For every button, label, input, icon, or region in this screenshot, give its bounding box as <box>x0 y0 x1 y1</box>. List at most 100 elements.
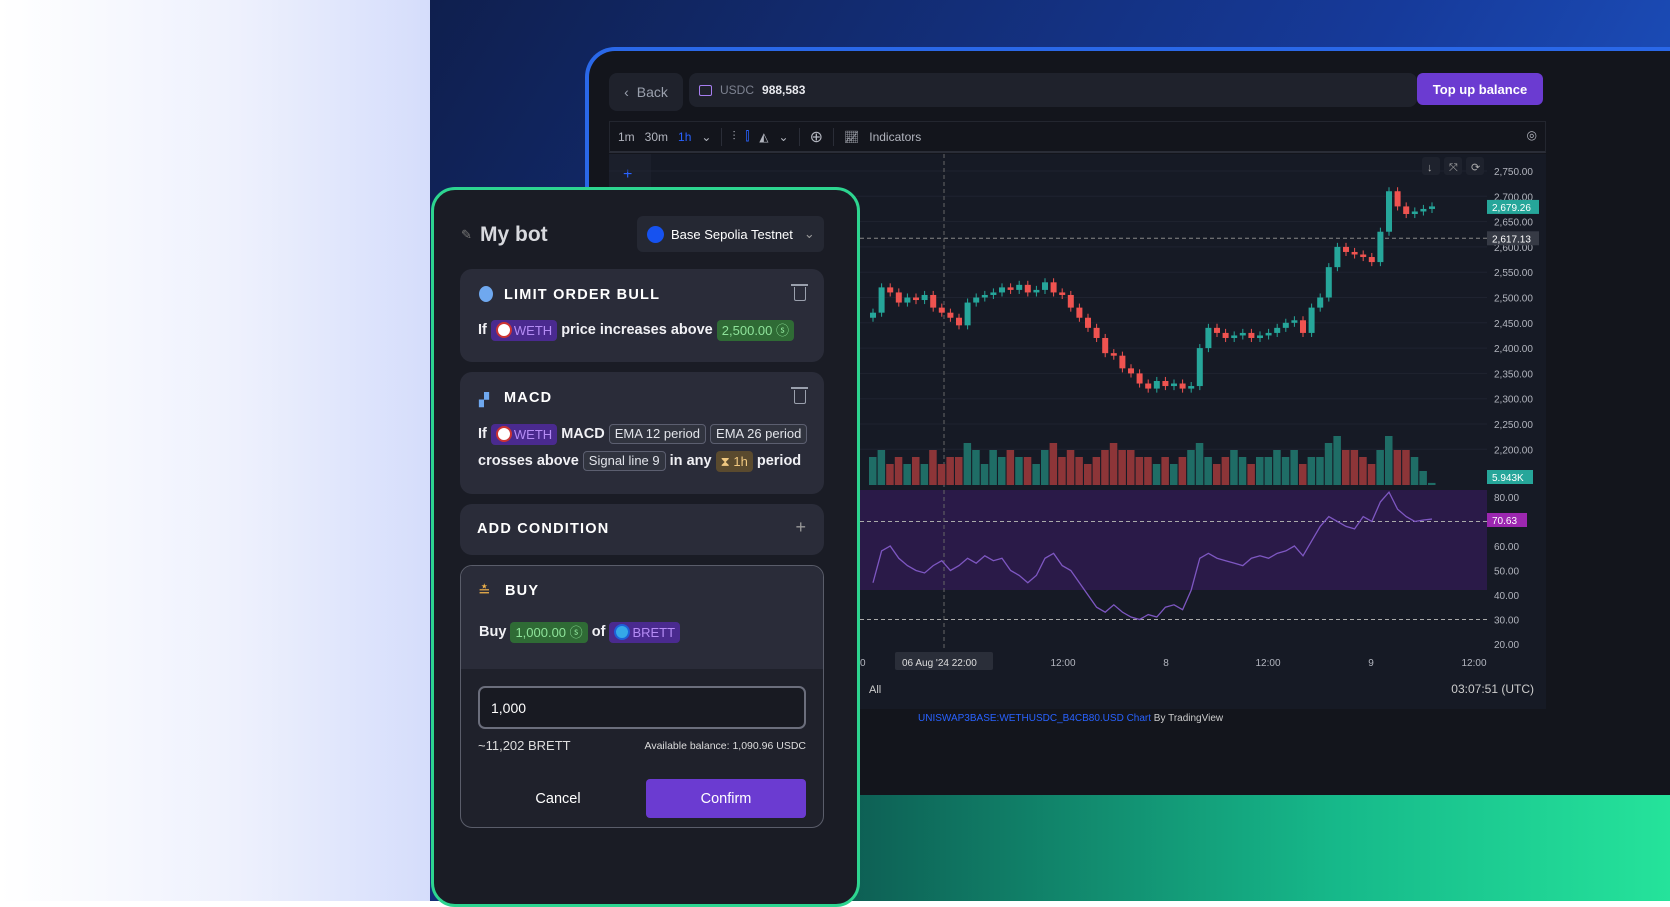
attribution: UNISWAP3BASE:WETHUSDC_B4CB80.USD Chart B… <box>918 713 1224 724</box>
candle <box>990 292 997 295</box>
candle <box>1093 327 1100 338</box>
volume-bar <box>1135 457 1144 485</box>
volume-bar <box>1049 443 1058 485</box>
confirm-button[interactable]: Confirm <box>646 779 806 818</box>
condition-text: If WETH price increases above 2,500.00 ⓢ <box>478 317 795 344</box>
candle <box>1016 284 1023 290</box>
indicators-icon[interactable]: 📈︎ <box>844 130 859 144</box>
pencil-icon[interactable]: ✎ <box>461 227 472 243</box>
left-background <box>0 0 430 901</box>
signal-line-chip[interactable]: Signal line 9 <box>582 451 666 472</box>
condition-macd: ▞ MACD If WETH MACD EMA 12 period EMA 26… <box>460 372 824 494</box>
price-tick: 2,750.00 <box>1494 167 1533 178</box>
interval-1m[interactable]: 1m <box>618 130 635 144</box>
area-chart-type-icon[interactable]: ◭ <box>759 130 768 144</box>
attribution-suffix: By TradingView <box>1151 713 1224 724</box>
volume-bar <box>955 457 963 485</box>
ema12-chip[interactable]: EMA 12 period <box>608 424 707 445</box>
crosshair-price-label: 2,617.13 <box>1492 234 1531 245</box>
chevron-down-icon[interactable]: ⌄ <box>701 130 711 144</box>
volume-bar <box>1032 464 1040 485</box>
volume-bar <box>1092 457 1101 485</box>
candle <box>1420 208 1427 212</box>
candle <box>999 287 1005 293</box>
volume-bar <box>1075 457 1083 485</box>
add-condition-button[interactable]: ADD CONDITION + <box>460 504 824 555</box>
interval-1h[interactable]: 1h <box>678 130 691 144</box>
buy-title: BUY <box>505 583 540 599</box>
candle <box>1128 368 1134 374</box>
token-chip-weth[interactable]: WETH <box>490 423 558 445</box>
volume-bar <box>1144 457 1152 485</box>
rsi-tick: 40.00 <box>1494 591 1519 602</box>
top-up-balance-button[interactable]: Top up balance <box>1417 73 1543 105</box>
trash-icon[interactable] <box>791 387 808 404</box>
candle <box>1317 297 1324 308</box>
back-button[interactable]: ‹ Back <box>609 73 683 111</box>
amount-input[interactable]: 1,000 <box>478 686 806 729</box>
token-chip-brett[interactable]: BRETT <box>609 621 681 643</box>
candle <box>1411 211 1418 215</box>
volume-bar <box>1281 457 1290 485</box>
volume-bar <box>1247 464 1255 485</box>
candles-chart-type-icon[interactable]: ⫿ <box>745 129 749 144</box>
attribution-link[interactable]: UNISWAP3BASE:WETHUSDC_B4CB80.USD Chart <box>918 713 1151 724</box>
price-tick: 2,300.00 <box>1494 395 1533 406</box>
bot-title[interactable]: My bot <box>480 223 548 247</box>
restore-icon: ⟳ <box>1471 162 1480 174</box>
bar-chart-type-icon[interactable]: ⫶ <box>732 129 735 144</box>
camera-icon[interactable]: ◎ <box>1527 128 1537 142</box>
volume-bar <box>1213 464 1221 485</box>
volume-bar <box>903 464 911 485</box>
volume-label: 5.943K <box>1492 473 1524 484</box>
crosshair-icon: + <box>623 166 632 183</box>
candle <box>1145 383 1152 389</box>
interval-30m[interactable]: 30m <box>645 130 668 144</box>
cancel-button[interactable]: Cancel <box>478 779 638 818</box>
volume-bar <box>1084 464 1092 485</box>
candle <box>1429 206 1435 209</box>
volume-bar <box>1041 450 1049 485</box>
price-tick: 2,550.00 <box>1494 268 1533 279</box>
rsi-band <box>860 490 1487 590</box>
candle <box>1042 282 1048 290</box>
price-tick: 2,650.00 <box>1494 218 1533 229</box>
interval-chip[interactable]: ⧗ 1h <box>715 450 753 472</box>
volume-bar <box>1170 464 1178 485</box>
volume-bar <box>1264 457 1273 485</box>
candle <box>1085 317 1091 328</box>
volume-bar <box>1006 450 1015 485</box>
volume-bar <box>929 450 937 485</box>
price-value-chip[interactable]: 2,500.00 ⓢ <box>716 319 795 341</box>
condition-title: MACD <box>504 390 553 406</box>
bot-panel: ✎ My bot Base Sepolia Testnet ⌄ LIMIT OR… <box>431 187 860 907</box>
volume-bar <box>998 457 1006 485</box>
trash-icon[interactable] <box>791 284 808 301</box>
green-accent-band <box>840 793 1670 901</box>
volume-bar <box>1187 450 1195 485</box>
chevron-down-icon[interactable]: ⌄ <box>779 130 789 144</box>
indicators-button[interactable]: Indicators <box>869 130 921 144</box>
candle <box>938 307 945 313</box>
volume-bar <box>989 450 997 485</box>
volume-bar <box>1290 450 1298 485</box>
candle <box>1360 254 1367 258</box>
divider <box>833 127 834 146</box>
candle <box>1248 332 1255 338</box>
hourglass-icon: ⧗ <box>720 453 730 469</box>
ema26-chip[interactable]: EMA 26 period <box>710 424 808 445</box>
candle <box>1265 332 1272 336</box>
add-compare-icon[interactable]: ⊕ <box>810 127 823 147</box>
candle <box>1102 337 1109 354</box>
rsi-tick: 30.00 <box>1494 616 1519 627</box>
candle <box>1050 282 1057 293</box>
volume-bar <box>1324 443 1333 485</box>
volume-bar <box>1230 450 1238 485</box>
volume-bar <box>1350 450 1359 485</box>
candle <box>895 292 902 303</box>
network-label: Base Sepolia Testnet <box>671 226 793 242</box>
buy-amount-chip[interactable]: 1,000.00 ⓢ <box>510 621 588 643</box>
token-chip-weth[interactable]: WETH <box>490 319 558 341</box>
candle <box>1377 231 1384 263</box>
network-selector[interactable]: Base Sepolia Testnet ⌄ <box>637 216 824 252</box>
